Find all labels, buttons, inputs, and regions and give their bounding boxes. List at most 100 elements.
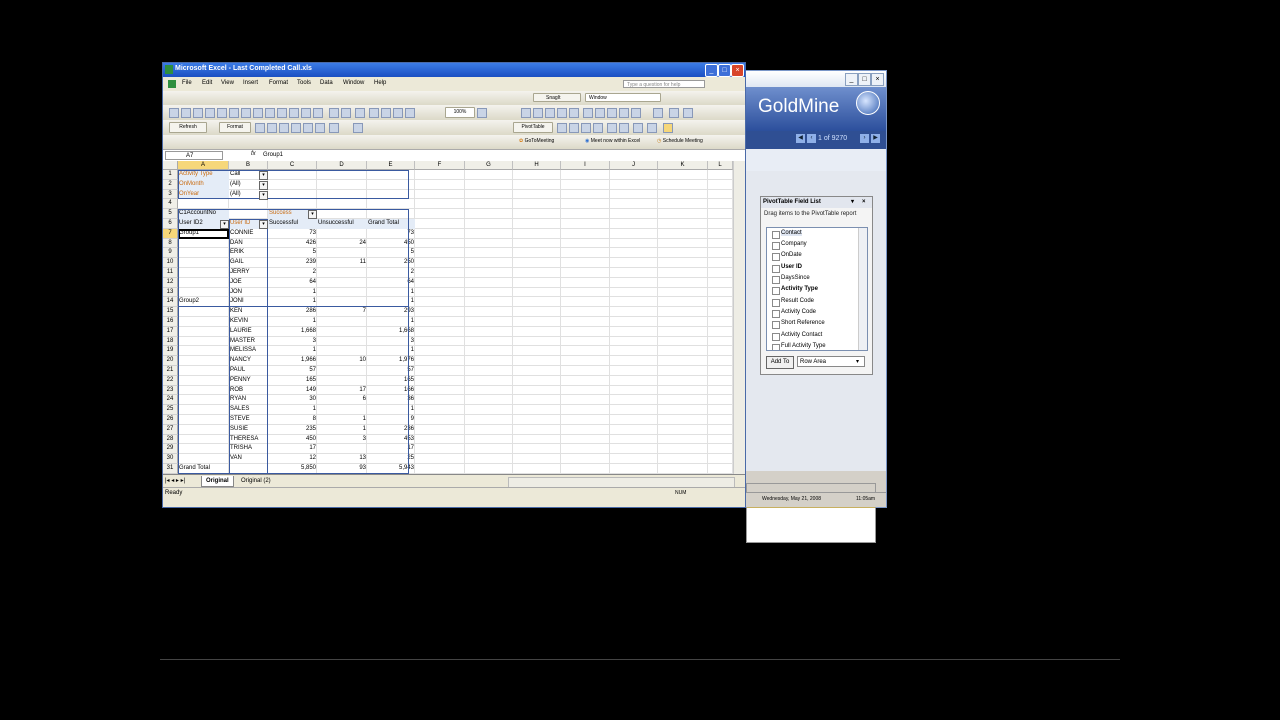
pivot-row-user[interactable]: THERESA — [229, 435, 268, 445]
pivot-value-unsuccessful[interactable]: 11 — [317, 258, 367, 268]
row-header[interactable]: 23 — [163, 385, 178, 396]
pivot-fields-icon[interactable] — [329, 123, 339, 133]
pivot-value-successful[interactable]: 12 — [268, 454, 317, 464]
autosum-icon[interactable] — [355, 108, 365, 118]
data-field-label[interactable]: C1AccountNo — [178, 209, 229, 219]
formula-input[interactable]: Group1 — [263, 152, 283, 158]
pivot-value-grand-total[interactable]: 1 — [367, 288, 415, 298]
pivot-row-group[interactable] — [178, 317, 229, 327]
pivot-chart-icon[interactable] — [569, 123, 579, 133]
menu-window[interactable]: Window — [343, 80, 364, 86]
close-icon[interactable]: × — [731, 64, 744, 77]
gotomeeting-button[interactable]: ✿ GoToMeeting — [519, 137, 579, 146]
align-right-icon[interactable] — [557, 108, 567, 118]
schedule-meeting-button[interactable]: ◷ Schedule Meeting — [657, 137, 723, 146]
pivot-value-successful[interactable]: 286 — [268, 307, 317, 317]
previous-record-icon[interactable]: ‹ — [807, 134, 816, 143]
chart-wizard-icon[interactable] — [393, 108, 403, 118]
field-result-code[interactable]: Result Code — [771, 298, 814, 307]
pivot-value-successful[interactable]: 1 — [268, 317, 317, 327]
last-record-icon[interactable]: ▶ — [871, 134, 880, 143]
field-settings-icon[interactable] — [633, 123, 643, 133]
pivot-value-grand-total[interactable]: 36 — [367, 395, 415, 405]
pivot-row-user[interactable]: MASTER — [229, 337, 268, 347]
column-item-successful[interactable]: Successful — [268, 219, 317, 229]
indent-icon[interactable] — [255, 123, 265, 133]
pivot-row-group[interactable] — [178, 454, 229, 464]
sort-descending-icon[interactable] — [381, 108, 391, 118]
field-company[interactable]: Company — [772, 241, 807, 250]
page-field-label[interactable]: OnMonth — [178, 179, 229, 190]
column-header-d[interactable]: D — [317, 161, 367, 170]
drawing-icon[interactable] — [405, 108, 415, 118]
row-header[interactable]: 22 — [163, 375, 178, 386]
pivot-row-user[interactable]: MELISSA — [229, 346, 268, 356]
pivot-value-unsuccessful[interactable] — [317, 376, 367, 386]
row-header[interactable]: 3 — [163, 189, 178, 200]
copy-icon[interactable] — [289, 108, 299, 118]
select-all-corner[interactable] — [163, 161, 178, 170]
field-user-id[interactable]: User ID — [771, 264, 802, 273]
field-activity-type[interactable]: Activity Type — [772, 286, 818, 295]
pivot-row-user[interactable]: RYAN — [229, 395, 268, 405]
pivot-value-grand-total[interactable]: 5 — [367, 248, 415, 258]
dropdown-arrow-icon[interactable]: ▾ — [259, 171, 268, 180]
pivot-hide-detail-icon[interactable] — [607, 123, 617, 133]
row-header[interactable]: 29 — [163, 444, 178, 455]
pivot-value-grand-total[interactable]: 250 — [367, 258, 415, 268]
pivot-row-group[interactable] — [178, 444, 229, 454]
row-header[interactable]: 21 — [163, 366, 178, 376]
pivot-value-successful[interactable]: 239 — [268, 258, 317, 268]
menu-file[interactable]: File — [182, 80, 192, 86]
increase-decimal-icon[interactable] — [619, 108, 629, 118]
pivot-row-user[interactable]: JON — [229, 288, 268, 298]
email-icon[interactable] — [217, 108, 227, 118]
pivot-value-successful[interactable]: 8 — [268, 415, 317, 425]
menu-view[interactable]: View — [221, 80, 234, 86]
close-icon[interactable]: × — [862, 197, 866, 208]
pivot-value-grand-total[interactable]: 1 — [367, 405, 415, 415]
menu-edit[interactable]: Edit — [202, 80, 212, 86]
menu-insert[interactable]: Insert — [243, 80, 258, 86]
pivot-row-user[interactable]: CONNIE — [229, 229, 268, 239]
menu-format[interactable]: Format — [269, 80, 288, 86]
pivot-value-unsuccessful[interactable] — [317, 327, 367, 337]
font-color-icon[interactable] — [683, 108, 693, 118]
dropdown-arrow-icon[interactable]: ▾ — [259, 180, 268, 190]
show-field-list-icon[interactable] — [663, 123, 673, 133]
pivot-value-grand-total[interactable]: 9 — [367, 415, 415, 425]
pivot-value-unsuccessful[interactable] — [317, 278, 367, 288]
pivot-row-group[interactable] — [178, 327, 229, 337]
pivot-value-unsuccessful[interactable] — [317, 317, 367, 327]
pivot-value-successful[interactable]: 235 — [268, 425, 317, 435]
row-header[interactable]: 17 — [163, 326, 178, 337]
pivot-value-grand-total[interactable]: 1,976 — [367, 356, 415, 366]
column-header-a[interactable]: A — [178, 161, 229, 170]
pivot-row-user[interactable]: PENNY — [229, 376, 268, 386]
pivot-value-unsuccessful[interactable]: 7 — [317, 307, 367, 317]
pivot-value-unsuccessful[interactable] — [317, 337, 367, 347]
currency-icon[interactable] — [583, 108, 593, 118]
pivot-row-user[interactable]: VAN — [229, 454, 268, 464]
pivot-row-group[interactable] — [178, 239, 229, 249]
pivot-group-icon[interactable] — [291, 123, 301, 133]
pivot-value-unsuccessful[interactable]: 10 — [317, 356, 367, 366]
maximize-icon[interactable]: □ — [858, 73, 871, 86]
pivot-value-successful[interactable]: 2 — [268, 268, 317, 278]
pivot-value-unsuccessful[interactable] — [317, 268, 367, 278]
decrease-decimal-icon[interactable] — [631, 108, 641, 118]
pivot-row-group[interactable] — [178, 307, 229, 317]
pivot-value-unsuccessful[interactable] — [317, 366, 367, 376]
open-icon[interactable] — [181, 108, 191, 118]
pivot-row-group[interactable] — [178, 268, 229, 278]
row-header[interactable]: 11 — [163, 268, 178, 278]
row-header[interactable]: 4 — [163, 199, 178, 210]
tab-nav-arrows-icon[interactable]: |◂ ◂ ▸ ▸| — [165, 477, 185, 484]
vertical-scrollbar[interactable] — [733, 161, 745, 474]
field-dayssince[interactable]: DaysSince — [772, 275, 810, 284]
field-activity-code[interactable]: Activity Code — [771, 309, 816, 318]
tab-original-2[interactable]: Original (2) — [237, 476, 275, 486]
menu-help[interactable]: Help — [374, 80, 386, 86]
field-ondate[interactable]: OnDate — [772, 252, 802, 261]
dropdown-arrow-icon[interactable]: ▾ — [259, 220, 268, 229]
